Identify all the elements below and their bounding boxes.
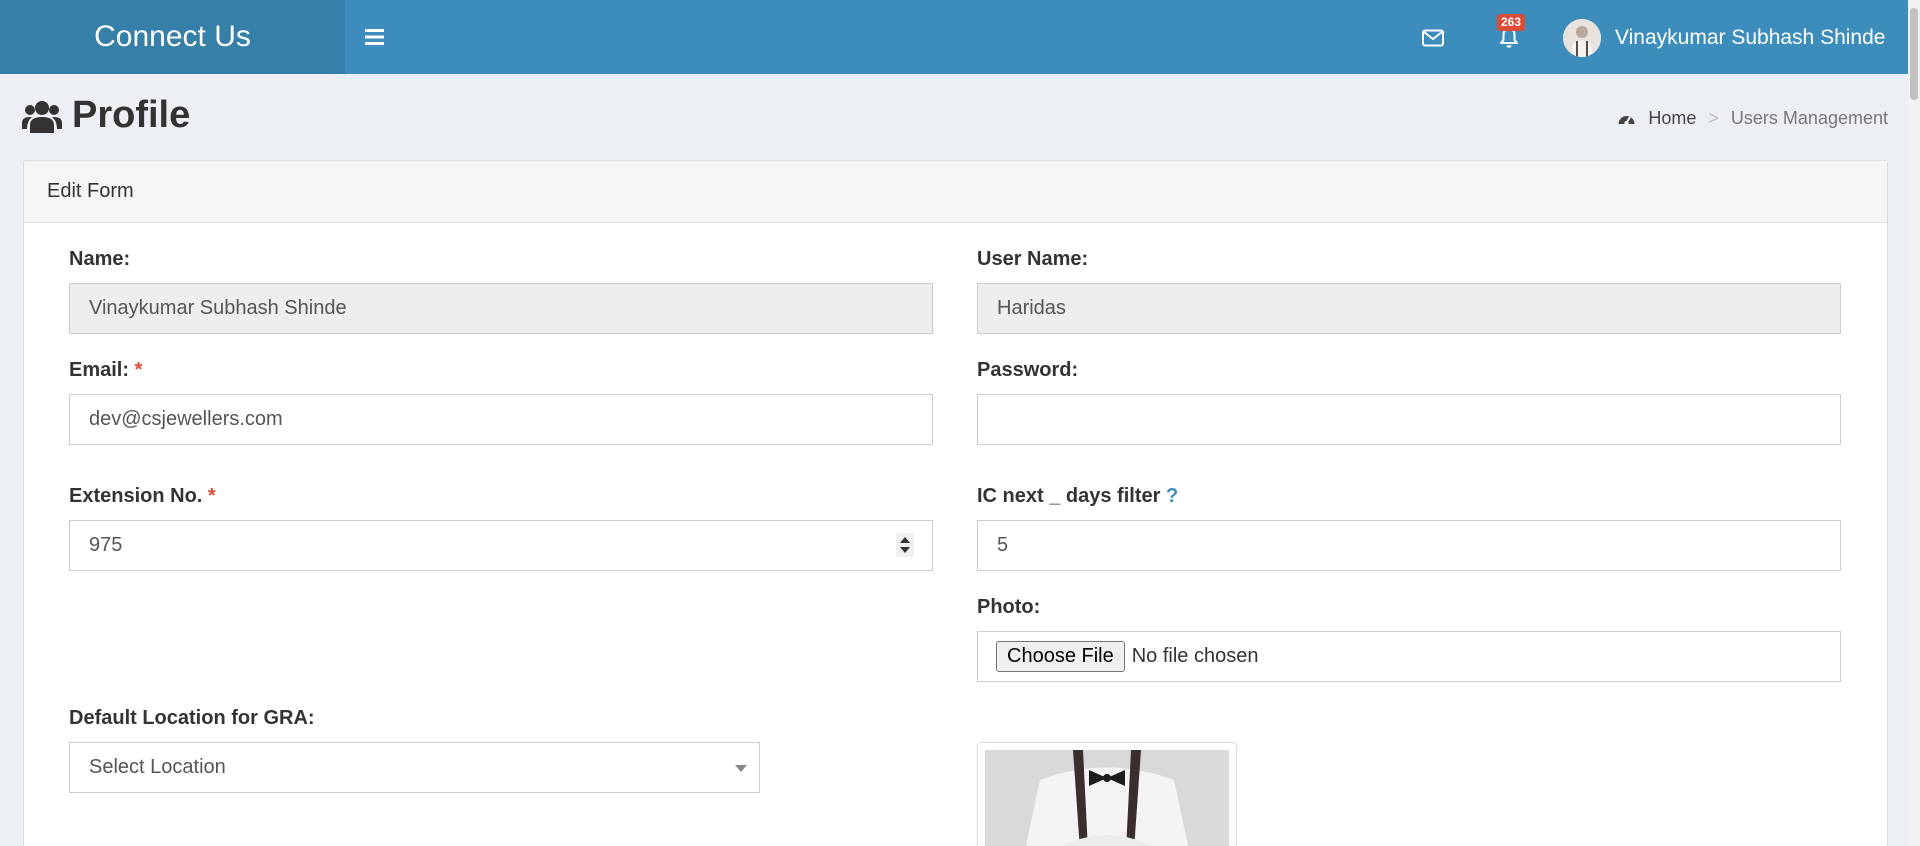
user-name: Vinaykumar Subhash Shinde: [1615, 26, 1886, 49]
location-label: Default Location for GRA:: [69, 707, 315, 729]
envelope-icon: [1422, 29, 1444, 47]
form-title: Edit Form: [24, 161, 1887, 223]
username-value: Haridas: [997, 297, 1066, 319]
photo-label: Photo:: [977, 596, 1041, 618]
username-label: User Name:: [977, 248, 1089, 270]
scrollbar-thumb[interactable]: [1910, 8, 1918, 100]
extension-label: Extension No. *: [69, 485, 216, 508]
email-value: dev@csjewellers.com: [89, 408, 283, 430]
email-label-text: Email:: [69, 359, 130, 381]
name-label: Name:: [69, 248, 131, 270]
messages-button[interactable]: [1417, 22, 1449, 54]
ic-filter-value: 5: [997, 534, 1009, 556]
name-value: Vinaykumar Subhash Shinde: [89, 297, 347, 319]
notification-count-badge: 263: [1497, 14, 1526, 31]
top-navbar: Connect Us 263 Vinaykumar Subhash Shinde: [0, 0, 1920, 74]
breadcrumb: Home > Users Management: [1617, 108, 1888, 129]
extension-number-input[interactable]: 975: [69, 520, 933, 571]
breadcrumb-separator: >: [1708, 108, 1719, 128]
location-select[interactable]: Select Location: [69, 742, 760, 793]
email-label: Email: *: [69, 359, 142, 382]
password-label: Password:: [977, 359, 1079, 381]
profile-photo: [985, 750, 1229, 846]
email-field[interactable]: dev@csjewellers.com: [69, 394, 933, 445]
ic-filter-label-text: IC next _ days filter: [977, 485, 1161, 507]
number-stepper-icon[interactable]: [896, 533, 914, 557]
username-field: Haridas: [977, 283, 1841, 334]
ic-filter-label: IC next _ days filter ?: [977, 485, 1178, 508]
user-menu[interactable]: Vinaykumar Subhash Shinde: [1563, 18, 1885, 58]
required-asterisk: *: [207, 485, 216, 507]
photo-preview: [977, 742, 1237, 846]
file-status: No file chosen: [1131, 645, 1259, 667]
choose-file-button[interactable]: Choose File: [996, 641, 1125, 672]
page-title: Profile: [72, 94, 191, 136]
users-icon: [22, 100, 62, 133]
password-field[interactable]: [977, 394, 1841, 445]
breadcrumb-home-label: Home: [1648, 108, 1697, 128]
photo-file-input[interactable]: Choose File No file chosen: [977, 631, 1841, 682]
breadcrumb-current: Users Management: [1730, 108, 1888, 128]
required-asterisk: *: [134, 359, 143, 381]
extension-value: 975: [89, 534, 123, 556]
extension-label-text: Extension No.: [69, 485, 203, 507]
ic-filter-input[interactable]: 5: [977, 520, 1841, 571]
page-header: Profile: [22, 94, 190, 137]
dashboard-icon: [1618, 115, 1635, 125]
hamburger-icon: [365, 29, 384, 45]
location-selected-value: Select Location: [89, 756, 226, 778]
breadcrumb-home-link[interactable]: Home: [1617, 108, 1696, 129]
app-logo[interactable]: Connect Us: [0, 0, 345, 74]
sidebar-toggle-button[interactable]: [345, 0, 407, 74]
user-avatar: [1563, 19, 1601, 57]
chevron-down-icon: [735, 765, 747, 772]
help-question-icon[interactable]: ?: [1166, 485, 1178, 507]
page-scrollbar[interactable]: [1908, 0, 1920, 846]
name-field: Vinaykumar Subhash Shinde: [69, 283, 933, 334]
